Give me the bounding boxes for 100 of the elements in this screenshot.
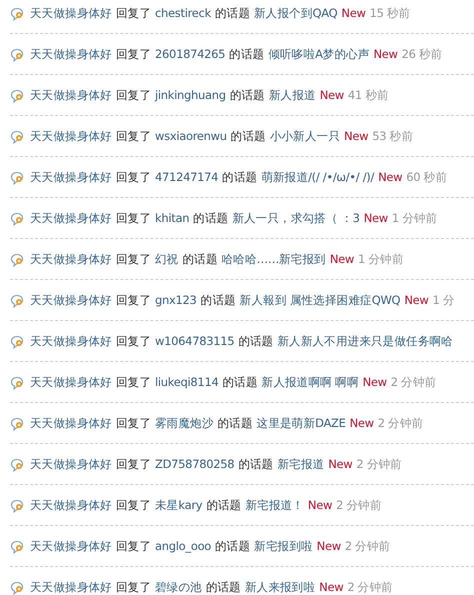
user-link[interactable]: 天天做操身体好 [30, 7, 112, 20]
timestamp: 2 分钟前 [344, 540, 390, 553]
topic-label: 的话题 [215, 540, 250, 553]
topic-link[interactable]: 新人新人不用进来只是做任务啊哈 [277, 335, 453, 348]
author-link[interactable]: anglo_ooo [155, 540, 212, 553]
user-link[interactable]: 天天做操身体好 [30, 376, 112, 389]
new-label: New [344, 130, 368, 143]
topic-link[interactable]: 新宅报道！ [245, 499, 304, 512]
timestamp: 2 分钟前 [336, 499, 382, 512]
author-link[interactable]: chestireck [155, 7, 211, 20]
timestamp: 26 秒前 [402, 48, 442, 61]
action-text: 回复了 [116, 171, 152, 184]
action-text: 回复了 [116, 581, 152, 594]
topic-link[interactable]: 倾听哆啦A梦的心声 [268, 48, 370, 61]
author-link[interactable]: jinkinghuang [155, 89, 226, 102]
author-link[interactable]: 471247174 [155, 171, 218, 184]
user-link[interactable]: 天天做操身体好 [30, 212, 112, 225]
topic-label: 的话题 [222, 376, 258, 389]
topic-link[interactable]: 新人報到 属性选择困难症QWQ [240, 294, 400, 307]
new-label: New [319, 581, 344, 594]
topic-link[interactable]: 新人报道啊啊 啊啊 [262, 376, 359, 389]
action-text: 回复了 [116, 212, 152, 225]
action-text: 回复了 [116, 499, 152, 512]
new-label: New [378, 171, 402, 184]
author-link[interactable]: 未星kary [155, 499, 202, 512]
author-link[interactable]: gnx123 [155, 294, 197, 307]
topic-link[interactable]: 新人一只，求勾搭（ ：3 [232, 212, 360, 225]
action-text: 回复了 [116, 376, 152, 389]
user-link[interactable]: 天天做操身体好 [30, 89, 112, 102]
topic-label: 的话题 [230, 130, 266, 143]
new-label: New [362, 376, 387, 389]
topic-link[interactable]: 小小新人一只 [270, 130, 340, 143]
timestamp: 1 分钟前 [392, 212, 438, 225]
new-label: New [316, 540, 341, 553]
topic-link[interactable]: 新人报道 [268, 89, 316, 102]
action-text: 回复了 [116, 253, 152, 266]
new-label: New [373, 48, 398, 61]
topic-link[interactable]: 新宅报到啦 [254, 540, 313, 553]
topic-label: 的话题 [222, 171, 258, 184]
author-link[interactable]: wsxiaorenwu [155, 130, 227, 143]
topic-link[interactable]: 新人报个到QAQ [254, 7, 338, 20]
user-link[interactable]: 天天做操身体好 [30, 499, 112, 512]
topic-label: 的话题 [182, 253, 218, 266]
timestamp: 2 分钟前 [347, 581, 393, 594]
user-link[interactable]: 天天做操身体好 [30, 581, 112, 594]
reply-bubble-icon [10, 458, 25, 472]
user-link[interactable]: 天天做操身体好 [30, 417, 112, 430]
action-text: 回复了 [116, 130, 152, 143]
topic-link[interactable]: 哈哈哈……新宅报到 [222, 253, 326, 266]
reply-bubble-icon [10, 376, 25, 390]
new-label: New [330, 253, 354, 266]
user-link[interactable]: 天天做操身体好 [30, 294, 112, 307]
action-text: 回复了 [116, 458, 152, 471]
timestamp: 2 分钟前 [378, 417, 424, 430]
new-label: New [341, 7, 366, 20]
author-link[interactable]: liukeqi8114 [155, 376, 218, 389]
reply-bubble-icon [10, 88, 25, 102]
author-link[interactable]: ZD758780258 [155, 458, 234, 471]
author-link[interactable]: w1064783115 [155, 335, 234, 348]
reply-bubble-icon [10, 498, 25, 512]
reply-bubble-icon [10, 170, 25, 184]
reply-bubble-icon [10, 212, 25, 226]
topic-label: 的话题 [206, 581, 241, 594]
reply-bubble-icon [10, 294, 25, 308]
reply-bubble-icon [10, 252, 25, 266]
topic-label: 的话题 [193, 212, 228, 225]
author-link[interactable]: 雾雨魔炮沙 [155, 417, 214, 430]
topic-link[interactable]: 新宅报道 [277, 458, 324, 471]
action-text: 回复了 [116, 417, 152, 430]
user-link[interactable]: 天天做操身体好 [30, 48, 112, 61]
timestamp: 53 秒前 [372, 130, 414, 143]
user-link[interactable]: 天天做操身体好 [30, 171, 112, 184]
author-link[interactable]: khitan [155, 212, 190, 225]
reply-bubble-icon [10, 48, 25, 62]
timestamp: 2 分钟前 [390, 376, 436, 389]
topic-label: 的话题 [230, 89, 265, 102]
timestamp: 2 分钟前 [356, 458, 402, 471]
user-link[interactable]: 天天做操身体好 [30, 540, 112, 553]
reply-bubble-icon [10, 6, 25, 20]
reply-bubble-icon [10, 416, 25, 430]
timestamp: 15 秒前 [370, 7, 410, 20]
timestamp: 1 分钟前 [358, 253, 404, 266]
action-text: 回复了 [116, 48, 152, 61]
reply-bubble-icon [10, 334, 25, 348]
user-link[interactable]: 天天做操身体好 [30, 458, 112, 471]
topic-link[interactable]: 新人来报到啦 [244, 581, 316, 594]
author-link[interactable]: 幻祝 [155, 253, 178, 266]
topic-link[interactable]: 这里是萌新DAZE [256, 417, 346, 430]
author-link[interactable]: 碧绿の池 [155, 581, 202, 594]
topic-link[interactable]: 萌新报道/(/ /•/ω/•/ /)/ [261, 171, 374, 184]
topic-label: 的话题 [218, 417, 253, 430]
topic-label: 的话题 [238, 458, 274, 471]
user-link[interactable]: 天天做操身体好 [30, 253, 112, 266]
timestamp: 60 秒前 [406, 171, 448, 184]
user-link[interactable]: 天天做操身体好 [30, 335, 112, 348]
topic-label: 的话题 [229, 48, 264, 61]
author-link[interactable]: 2601874265 [155, 48, 226, 61]
action-text: 回复了 [116, 335, 152, 348]
action-text: 回复了 [116, 89, 152, 102]
user-link[interactable]: 天天做操身体好 [30, 130, 112, 143]
